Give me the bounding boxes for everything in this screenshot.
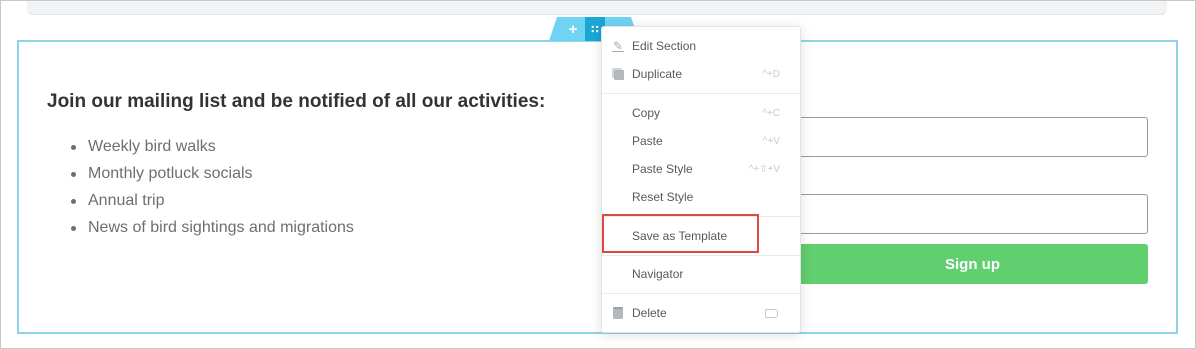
menu-item-paste[interactable]: Paste ^+V: [602, 127, 800, 155]
list-item: News of bird sightings and migrations: [71, 218, 354, 245]
previous-section-edge: [27, 1, 1167, 15]
menu-item-label: Paste Style: [632, 162, 693, 176]
shortcut-hint: ^+V: [762, 135, 780, 147]
menu-item-label: Copy: [632, 106, 661, 120]
plus-icon[interactable]: +: [563, 17, 583, 41]
context-menu: ✎ Edit Section Duplicate ^+D Copy ^+C Pa…: [601, 26, 801, 333]
menu-divider: [602, 93, 800, 94]
menu-item-reset-style[interactable]: Reset Style: [602, 183, 800, 211]
annotation-highlight: [602, 214, 759, 253]
menu-item-copy[interactable]: Copy ^+C: [602, 99, 800, 127]
sign-up-button[interactable]: Sign up: [791, 244, 1148, 284]
shortcut-hint: ^+C: [762, 107, 780, 119]
menu-divider: [602, 255, 800, 256]
shortcut-hint: ^+⇧+V: [748, 163, 780, 175]
menu-item-label: Duplicate: [632, 67, 683, 81]
backspace-icon: [765, 308, 778, 318]
menu-item-duplicate[interactable]: Duplicate ^+D: [602, 60, 800, 88]
activities-list: Weekly bird walks Monthly potluck social…: [71, 137, 354, 245]
shortcut-hint: ^+D: [762, 68, 780, 80]
menu-item-navigator[interactable]: Navigator: [602, 260, 800, 288]
list-item: Monthly potluck socials: [71, 164, 354, 191]
menu-item-label: Reset Style: [632, 190, 694, 204]
list-item: Weekly bird walks: [71, 137, 354, 164]
form-field-1[interactable]: [791, 117, 1148, 157]
mailing-list-heading: Join our mailing list and be notified of…: [47, 91, 546, 112]
menu-item-label: Edit Section: [632, 39, 697, 53]
list-item: Annual trip: [71, 191, 354, 218]
menu-item-delete[interactable]: Delete: [602, 299, 800, 327]
menu-item-label: Navigator: [632, 267, 684, 281]
duplicate-icon: [612, 68, 624, 80]
menu-divider: [602, 293, 800, 294]
pencil-icon: ✎: [612, 39, 624, 53]
trash-icon: [612, 307, 624, 319]
menu-item-edit-section[interactable]: ✎ Edit Section: [602, 32, 800, 60]
menu-item-label: Paste: [632, 134, 663, 148]
form-field-2[interactable]: [791, 194, 1148, 234]
menu-item-paste-style[interactable]: Paste Style ^+⇧+V: [602, 155, 800, 183]
menu-item-label: Delete: [632, 306, 667, 320]
